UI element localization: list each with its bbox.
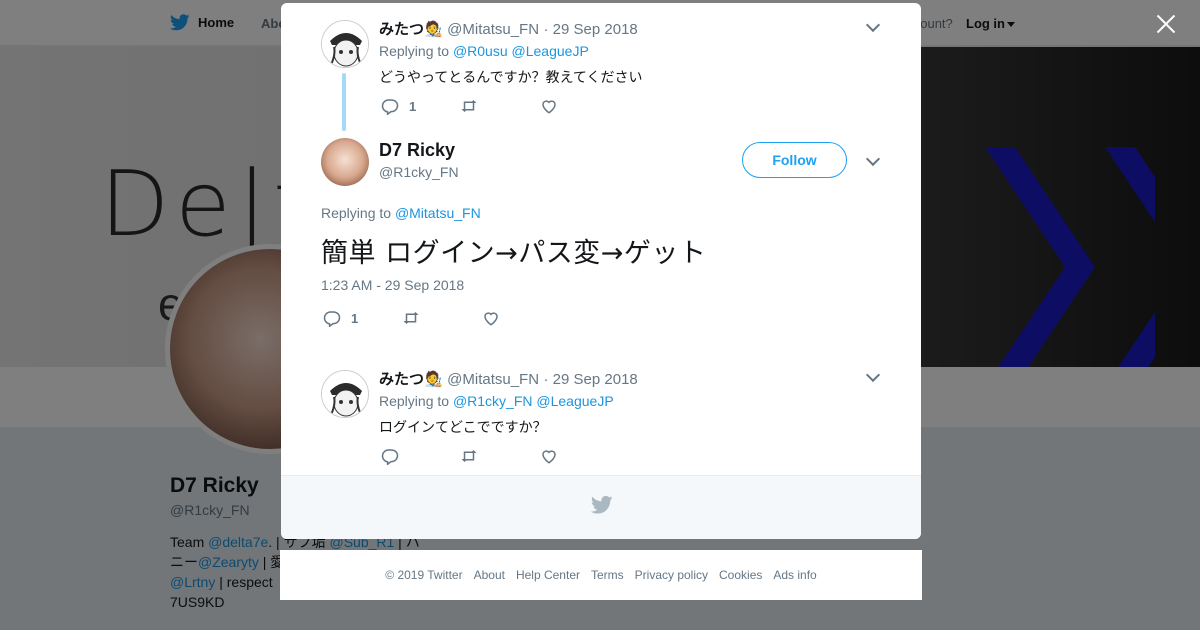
- tweet-author-name[interactable]: みたつ🧑‍🎨: [379, 21, 443, 38]
- footer-link-terms[interactable]: Terms: [591, 568, 624, 582]
- twitter-bird-icon: [591, 495, 613, 514]
- mention-link[interactable]: @Mitatsu_FN: [395, 205, 481, 221]
- like-icon: [484, 312, 498, 326]
- main-tweet-timestamp[interactable]: 1:23 AM - 29 Sep 2018: [321, 277, 464, 293]
- reply-icon: [381, 99, 399, 115]
- close-icon[interactable]: [1154, 12, 1178, 36]
- tweet-author-name[interactable]: みたつ🧑‍🎨: [379, 371, 443, 388]
- replying-to: Replying to @R1cky_FN @LeagueJP: [379, 393, 614, 409]
- reply-count: 1: [351, 310, 359, 326]
- footer-copyright: © 2019 Twitter: [385, 568, 463, 582]
- avatar[interactable]: [321, 20, 369, 68]
- footer-link-help-center[interactable]: Help Center: [516, 568, 580, 582]
- footer-link-privacy[interactable]: Privacy policy: [635, 568, 708, 582]
- chevron-down-icon[interactable]: [866, 370, 880, 384]
- tweet-date[interactable]: · 29 Sep 2018: [544, 21, 638, 38]
- site-footer: © 2019 Twitter About Help Center Terms P…: [280, 550, 922, 600]
- retweet-icon: [403, 312, 419, 324]
- main-tweet-author-handle[interactable]: @R1cky_FN: [379, 164, 459, 180]
- reply-icon: [381, 449, 399, 465]
- follow-button[interactable]: Follow: [742, 142, 847, 178]
- footer-link-cookies[interactable]: Cookies: [719, 568, 762, 582]
- avatar[interactable]: [321, 370, 369, 418]
- replying-to-label: Replying to: [379, 43, 450, 59]
- like-button[interactable]: [540, 447, 558, 465]
- modal-footer: [281, 475, 921, 539]
- mention-link[interactable]: @LeagueJP: [536, 393, 613, 409]
- like-button[interactable]: [482, 309, 500, 327]
- main-tweet-text: 簡単 ログイン→パス変→ゲット: [321, 238, 707, 269]
- tweet-text: どうやってとるんですか？教えてください: [379, 69, 643, 85]
- main-tweet-author-name[interactable]: D7 Ricky: [379, 140, 455, 161]
- tweet-date[interactable]: · 29 Sep 2018: [544, 371, 638, 388]
- tweet-author-handle[interactable]: @Mitatsu_FN: [447, 371, 539, 388]
- footer-link-about[interactable]: About: [474, 568, 505, 582]
- chevron-down-icon[interactable]: [866, 154, 880, 168]
- mention-link[interactable]: @R0usu: [453, 43, 508, 59]
- avatar-illustration: [322, 21, 368, 67]
- reply-button[interactable]: 1: [323, 309, 358, 327]
- mention-link[interactable]: @LeagueJP: [512, 43, 589, 59]
- main-tweet-avatar[interactable]: [321, 138, 369, 186]
- tweet-header: みたつ🧑‍🎨 @Mitatsu_FN · 29 Sep 2018: [379, 18, 638, 39]
- retweet-icon: [461, 450, 477, 462]
- chevron-down-icon[interactable]: [866, 20, 880, 34]
- like-icon: [542, 100, 556, 114]
- retweet-icon: [461, 100, 477, 112]
- retweet-button[interactable]: [402, 309, 420, 327]
- retweet-button[interactable]: [460, 447, 478, 465]
- replying-to: Replying to @R0usu @LeagueJP: [379, 43, 589, 59]
- replying-to: Replying to @Mitatsu_FN: [321, 205, 481, 221]
- replying-to-label: Replying to: [379, 393, 450, 409]
- tweet-text: ログインてどこでですか？: [379, 419, 547, 435]
- reply-button[interactable]: [381, 447, 399, 465]
- like-button[interactable]: [540, 97, 558, 115]
- mention-link[interactable]: @R1cky_FN: [453, 393, 533, 409]
- tweet-author-handle[interactable]: @Mitatsu_FN: [447, 21, 539, 38]
- thread-connector: [342, 73, 346, 131]
- reply-button[interactable]: 1: [381, 97, 416, 115]
- reply-icon: [323, 311, 341, 327]
- like-icon: [542, 450, 556, 464]
- avatar-illustration: [322, 371, 368, 417]
- replying-to-label: Replying to: [321, 205, 392, 221]
- tweet-modal: みたつ🧑‍🎨 @Mitatsu_FN · 29 Sep 2018 Replyin…: [281, 3, 921, 539]
- retweet-button[interactable]: [460, 97, 478, 115]
- footer-link-ads-info[interactable]: Ads info: [773, 568, 816, 582]
- reply-count: 1: [409, 98, 417, 114]
- tweet-header: みたつ🧑‍🎨 @Mitatsu_FN · 29 Sep 2018: [379, 368, 638, 389]
